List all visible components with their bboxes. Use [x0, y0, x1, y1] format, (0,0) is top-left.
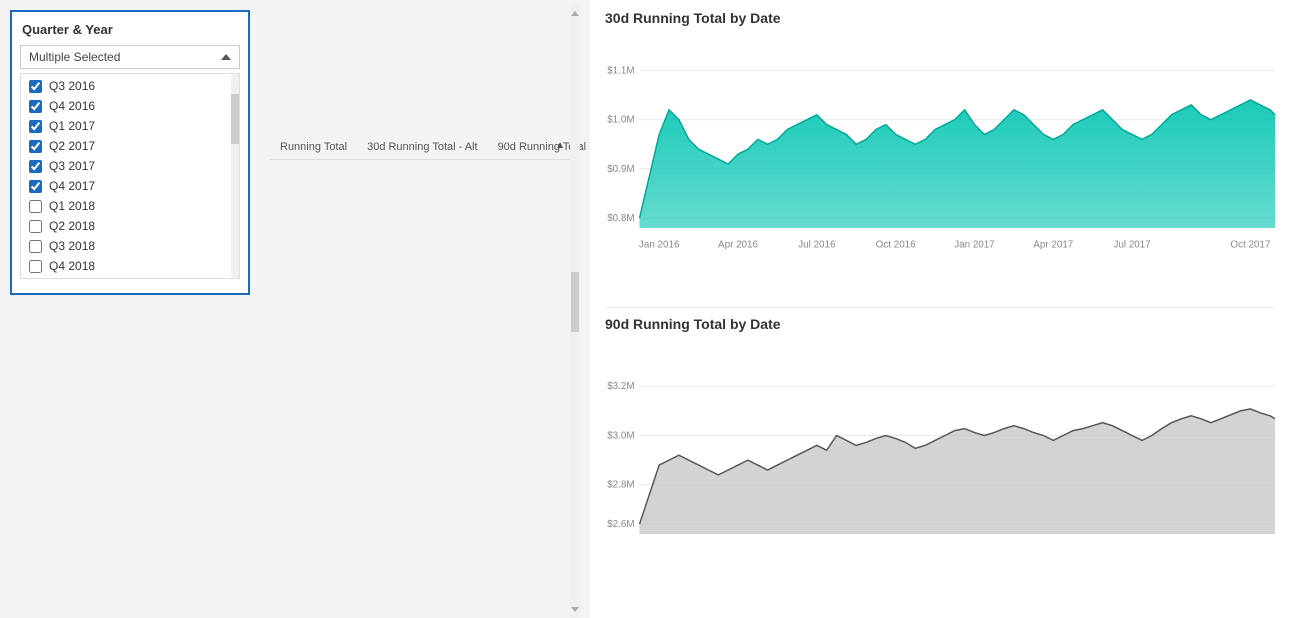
- left-panel: Quarter & Year Multiple Selected Q3 2016…: [0, 0, 270, 618]
- filter-item[interactable]: Q2 2017: [21, 136, 239, 156]
- svg-text:Oct 2016: Oct 2016: [876, 240, 916, 251]
- svg-text:$2.6M: $2.6M: [607, 519, 634, 530]
- filter-item-label: Q1 2017: [49, 119, 95, 133]
- filter-item-label: Q2 2018: [49, 219, 95, 233]
- chevron-up-icon: [221, 54, 231, 60]
- middle-panel: Running Total30d Running Total - Alt90d …: [270, 0, 570, 618]
- filter-item[interactable]: Q3 2018: [21, 236, 239, 256]
- filter-checkbox[interactable]: [29, 160, 42, 173]
- filter-item-label: Q1 2018: [49, 199, 95, 213]
- filter-selected-label: Multiple Selected: [29, 50, 120, 64]
- svg-text:Oct 2017: Oct 2017: [1230, 240, 1270, 251]
- chart2-section: 90d Running Total by Date $3.2M $3.0M $2…: [605, 316, 1275, 603]
- chart1-svg: $1.1M $1.0M $0.9M $0.8M: [605, 31, 1275, 297]
- svg-text:Jan 2017: Jan 2017: [954, 240, 995, 251]
- chart2-container: $3.2M $3.0M $2.8M $2.6M: [605, 337, 1275, 603]
- chart2-svg: $3.2M $3.0M $2.8M $2.6M: [605, 337, 1275, 603]
- scrollbar-thumb[interactable]: [231, 94, 239, 144]
- svg-text:$2.8M: $2.8M: [607, 480, 634, 491]
- svg-text:Apr 2016: Apr 2016: [718, 240, 758, 251]
- filter-checkbox[interactable]: [29, 200, 42, 213]
- chart-divider: [605, 307, 1275, 308]
- chart2-title: 90d Running Total by Date: [605, 316, 1275, 332]
- filter-item-label: Q3 2017: [49, 159, 95, 173]
- filter-box: Quarter & Year Multiple Selected Q3 2016…: [10, 10, 250, 295]
- filter-item[interactable]: Q4 2018: [21, 256, 239, 276]
- chart1-title: 30d Running Total by Date: [605, 10, 1275, 26]
- tabs-scroll-chevron[interactable]: ▲: [555, 140, 565, 151]
- filter-list: Q3 2016 Q4 2016 Q1 2017 Q2 2017 Q3 2017 Q4 20…: [20, 73, 240, 279]
- filter-item[interactable]: Q3 2016: [21, 76, 239, 96]
- svg-text:$1.1M: $1.1M: [607, 65, 634, 76]
- filter-checkbox[interactable]: [29, 240, 42, 253]
- right-panel: 30d Running Total by Date $1.1M $1.0M $0…: [590, 0, 1290, 618]
- filter-checkbox[interactable]: [29, 120, 42, 133]
- filter-item[interactable]: Q1 2017: [21, 116, 239, 136]
- vscroll-thumb[interactable]: [571, 272, 579, 332]
- filter-checkbox[interactable]: [29, 100, 42, 113]
- vscroll-down-arrow[interactable]: [571, 607, 579, 612]
- chart1-section: 30d Running Total by Date $1.1M $1.0M $0…: [605, 10, 1275, 297]
- svg-text:Jul 2017: Jul 2017: [1114, 240, 1151, 251]
- filter-item[interactable]: Q3 2017: [21, 156, 239, 176]
- filter-item-label: Q4 2018: [49, 259, 95, 273]
- filter-item-label: Q2 2017: [49, 139, 95, 153]
- filter-checkbox[interactable]: [29, 260, 42, 273]
- tabs-row: Running Total30d Running Total - Alt90d …: [270, 135, 570, 160]
- svg-text:$0.9M: $0.9M: [607, 164, 634, 175]
- filter-checkbox[interactable]: [29, 140, 42, 153]
- filter-item[interactable]: Q2 2018: [21, 216, 239, 236]
- filter-item[interactable]: Q4 2017: [21, 176, 239, 196]
- svg-text:$3.2M: $3.2M: [607, 381, 634, 392]
- filter-item[interactable]: Q1 2018: [21, 196, 239, 216]
- filter-item-label: Q3 2018: [49, 239, 95, 253]
- chart1-container: $1.1M $1.0M $0.9M $0.8M: [605, 31, 1275, 297]
- filter-checkbox[interactable]: [29, 80, 42, 93]
- tab-item-0[interactable]: Running Total: [270, 135, 357, 159]
- filter-item-label: Q4 2016: [49, 99, 95, 113]
- svg-text:$0.8M: $0.8M: [607, 213, 634, 224]
- filter-dropdown-header[interactable]: Multiple Selected: [20, 45, 240, 69]
- filter-item-label: Q3 2016: [49, 79, 95, 93]
- filter-item[interactable]: Q4 2016: [21, 96, 239, 116]
- svg-text:Apr 2017: Apr 2017: [1033, 240, 1073, 251]
- vscroll-up-arrow[interactable]: [571, 11, 579, 16]
- svg-text:$3.0M: $3.0M: [607, 430, 634, 441]
- svg-text:Jan 2016: Jan 2016: [639, 240, 680, 251]
- tab-item-1[interactable]: 30d Running Total - Alt: [357, 135, 487, 159]
- filter-checkbox[interactable]: [29, 220, 42, 233]
- filter-item-label: Q4 2017: [49, 179, 95, 193]
- svg-text:Jul 2016: Jul 2016: [798, 240, 836, 251]
- filter-title: Quarter & Year: [20, 22, 240, 37]
- filter-checkbox[interactable]: [29, 180, 42, 193]
- scrollbar-track[interactable]: [231, 74, 239, 278]
- svg-text:$1.0M: $1.0M: [607, 115, 634, 126]
